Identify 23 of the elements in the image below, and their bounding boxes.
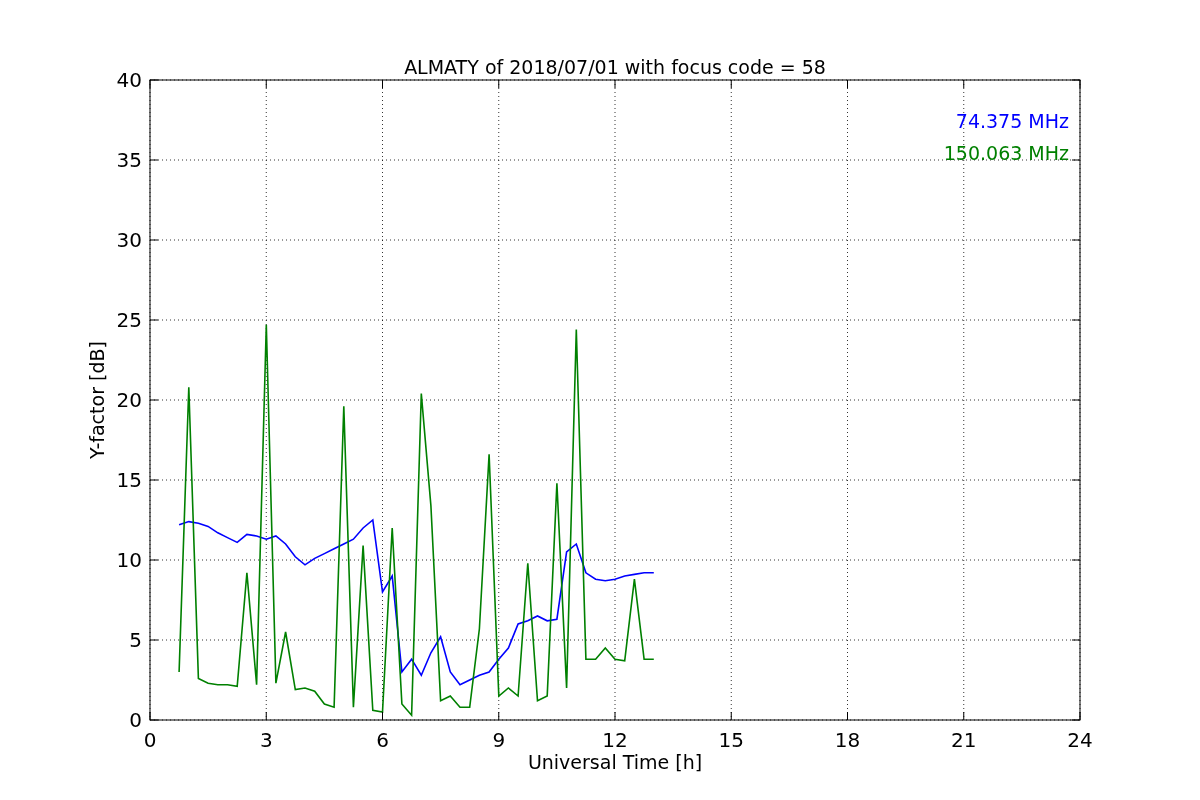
tick-label: 24 <box>1067 728 1093 752</box>
tick-label: 21 <box>951 728 977 752</box>
tick-label: 9 <box>492 728 506 752</box>
tick-label: 15 <box>116 468 142 492</box>
tick-label: 18 <box>834 728 861 752</box>
chart-title: ALMATY of 2018/07/01 with focus code = 58 <box>404 56 826 78</box>
tick-label: 10 <box>116 548 142 572</box>
legend-label: 74.375 MHz <box>955 110 1069 132</box>
tick-label: 20 <box>116 388 142 412</box>
tick-label: 30 <box>116 228 142 252</box>
tick-label: 0 <box>129 708 142 732</box>
tick-label: 5 <box>129 628 142 652</box>
y-axis-label: Y-factor [dB] <box>86 341 108 459</box>
tick-label: 12 <box>602 728 628 752</box>
x-axis-label: Universal Time [h] <box>527 751 703 773</box>
tick-label: 3 <box>259 728 273 752</box>
tick-label: 40 <box>116 68 142 92</box>
legend-label: 150.063 MHz <box>943 142 1069 164</box>
tick-label: 6 <box>376 728 389 752</box>
tick-label: 15 <box>718 728 744 752</box>
tick-label: 0 <box>143 728 157 752</box>
tick-label: 35 <box>116 148 142 172</box>
tick-label: 25 <box>116 308 142 332</box>
